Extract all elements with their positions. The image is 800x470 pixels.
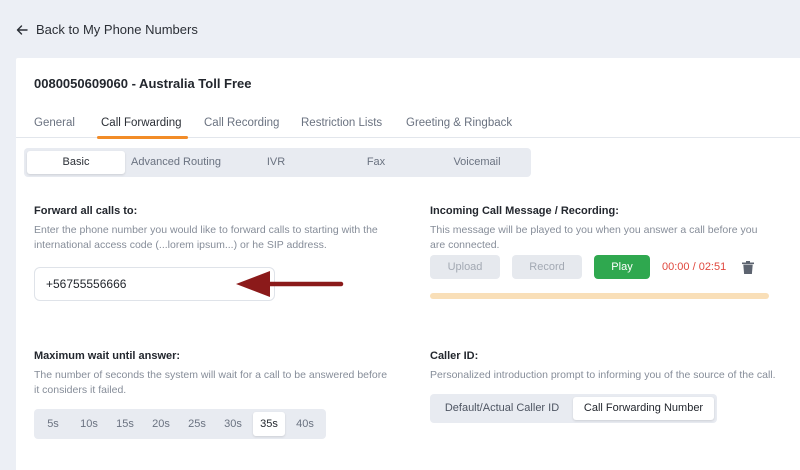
wait-label: Maximum wait until answer:	[34, 350, 181, 362]
caller-id-label: Caller ID:	[430, 350, 479, 362]
trash-icon[interactable]	[742, 261, 754, 274]
caller-id-description: Personalized introduction prompt to info…	[430, 369, 776, 381]
wait-description: The number of seconds the system will wa…	[34, 369, 388, 396]
wait-option-10s[interactable]: 10s	[73, 412, 105, 436]
arrow-left-icon	[16, 24, 28, 35]
wait-option-40s[interactable]: 40s	[289, 412, 321, 436]
tab-bar: General Call Forwarding Call Recording R…	[16, 110, 800, 139]
subtab-bar: Basic Advanced Routing IVR Fax Voicemail	[24, 148, 531, 177]
subtab-fax[interactable]: Fax	[327, 151, 425, 174]
page-title: 0080050609060 - Australia Toll Free	[34, 76, 252, 91]
caller-id-options: Default/Actual Caller ID Call Forwarding…	[430, 394, 717, 423]
tab-call-forwarding[interactable]: Call Forwarding	[97, 117, 188, 139]
settings-card: 0080050609060 - Australia Toll Free Gene…	[16, 58, 800, 470]
annotation-arrow-icon	[236, 271, 344, 297]
upload-button[interactable]: Upload	[430, 255, 500, 279]
incoming-label: Incoming Call Message / Recording:	[430, 205, 619, 217]
tab-greeting-ringback[interactable]: Greeting & Ringback	[406, 117, 512, 129]
incoming-description: This message will be played to you when …	[430, 224, 758, 251]
wait-option-25s[interactable]: 25s	[181, 412, 213, 436]
wait-option-35s[interactable]: 35s	[253, 412, 285, 436]
tab-general[interactable]: General	[34, 117, 75, 129]
play-button[interactable]: Play	[594, 255, 650, 279]
caller-id-option-default[interactable]: Default/Actual Caller ID	[433, 397, 571, 420]
wait-option-20s[interactable]: 20s	[145, 412, 177, 436]
playback-progress[interactable]	[430, 293, 769, 299]
subtab-advanced-routing[interactable]: Advanced Routing	[127, 151, 225, 174]
wait-options: 5s 10s 15s 20s 25s 30s 35s 40s	[34, 409, 326, 439]
wait-option-15s[interactable]: 15s	[109, 412, 141, 436]
back-label: Back to My Phone Numbers	[36, 22, 198, 37]
wait-option-30s[interactable]: 30s	[217, 412, 249, 436]
back-link[interactable]: Back to My Phone Numbers	[16, 22, 198, 37]
forward-description: Enter the phone number you would like to…	[34, 224, 378, 251]
subtab-basic[interactable]: Basic	[27, 151, 125, 174]
subtab-ivr[interactable]: IVR	[227, 151, 325, 174]
subtab-voicemail[interactable]: Voicemail	[427, 151, 527, 174]
tab-restriction-lists[interactable]: Restriction Lists	[301, 117, 382, 129]
wait-option-5s[interactable]: 5s	[37, 412, 69, 436]
tab-call-recording[interactable]: Call Recording	[204, 117, 279, 129]
forward-label: Forward all calls to:	[34, 205, 138, 217]
caller-id-option-forwarding[interactable]: Call Forwarding Number	[573, 397, 714, 420]
record-button[interactable]: Record	[512, 255, 582, 279]
playback-timer: 00:00 / 02:51	[662, 261, 727, 273]
